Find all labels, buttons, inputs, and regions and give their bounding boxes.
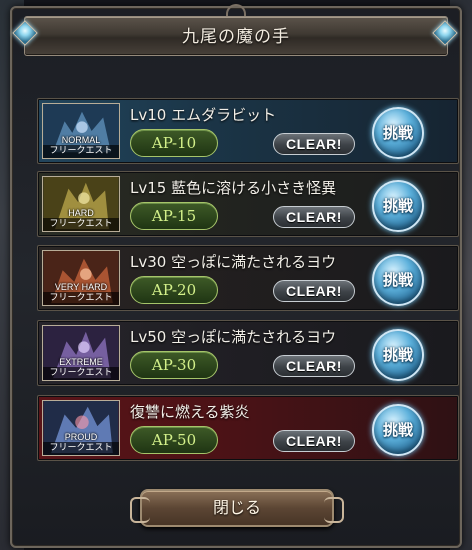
quest-row-proud: PROUD フリークエスト 復讐に燃える紫炎 AP-50 CLEAR! 挑戦 <box>37 395 459 461</box>
ap-cost-badge: AP-10 <box>130 129 218 157</box>
clear-status-text: CLEAR! <box>286 433 342 449</box>
clear-status-badge: CLEAR! <box>273 355 355 377</box>
quest-thumbnail[interactable]: EXTREME フリークエスト <box>42 325 120 381</box>
clear-status-text: CLEAR! <box>286 136 342 152</box>
quest-thumbnail[interactable]: VERY HARD フリークエスト <box>42 250 120 306</box>
challenge-button[interactable]: 挑戦 <box>372 180 424 232</box>
ap-cost-text: AP-50 <box>151 431 197 449</box>
challenge-button-label: 挑戦 <box>382 421 413 439</box>
clear-status-text: CLEAR! <box>286 283 342 299</box>
clear-status-badge: CLEAR! <box>273 133 355 155</box>
challenge-button-label: 挑戦 <box>382 346 413 364</box>
challenge-button[interactable]: 挑戦 <box>372 107 424 159</box>
dialog-title-bar: 九尾の魔の手 <box>24 16 448 56</box>
clear-status-badge: CLEAR! <box>273 280 355 302</box>
quest-type-label: フリークエスト <box>43 145 119 158</box>
difficulty-label: PROUD <box>64 432 98 442</box>
difficulty-label: HARD <box>68 208 94 218</box>
clear-status-badge: CLEAR! <box>273 206 355 228</box>
quest-row-very-hard: VERY HARD フリークエスト Lv30 空っぽに満たされるヨウ AP-20… <box>37 245 459 311</box>
quest-row-hard: HARD フリークエスト Lv15 藍色に溶ける小さき怪異 AP-15 CLEA… <box>37 171 459 237</box>
clear-status-text: CLEAR! <box>286 209 342 225</box>
ap-cost-badge: AP-15 <box>130 202 218 230</box>
difficulty-label: NORMAL <box>61 135 101 145</box>
challenge-button-label: 挑戦 <box>382 197 413 215</box>
quest-type-label: フリークエスト <box>43 367 119 380</box>
quest-type-label: フリークエスト <box>43 442 119 455</box>
quest-row-normal: NORMAL フリークエスト Lv10 エムダラビット AP-10 CLEAR!… <box>37 98 459 164</box>
difficulty-label: VERY HARD <box>54 282 108 292</box>
quest-type-label: フリークエスト <box>43 292 119 305</box>
quest-name: Lv15 藍色に溶ける小さき怪異 <box>130 179 337 197</box>
challenge-button[interactable]: 挑戦 <box>372 329 424 381</box>
quest-name: Lv10 エムダラビット <box>130 106 277 124</box>
ap-cost-badge: AP-20 <box>130 276 218 304</box>
challenge-button-label: 挑戦 <box>382 124 413 142</box>
quest-name: 復讐に燃える紫炎 <box>130 403 250 421</box>
ap-cost-badge: AP-30 <box>130 351 218 379</box>
close-button[interactable]: 閉じる <box>130 489 344 527</box>
clear-status-badge: CLEAR! <box>273 430 355 452</box>
ap-cost-text: AP-15 <box>151 207 197 225</box>
challenge-button-label: 挑戦 <box>382 271 413 289</box>
quest-thumbnail[interactable]: HARD フリークエスト <box>42 176 120 232</box>
quest-thumbnail[interactable]: PROUD フリークエスト <box>42 400 120 456</box>
close-button-label: 閉じる <box>212 498 261 517</box>
difficulty-label: EXTREME <box>59 357 103 367</box>
dialog-title: 九尾の魔の手 <box>182 27 290 47</box>
ap-cost-badge: AP-50 <box>130 426 218 454</box>
ap-cost-text: AP-10 <box>151 134 197 152</box>
ap-cost-text: AP-20 <box>151 281 197 299</box>
quest-row-extreme: EXTREME フリークエスト Lv50 空っぽに満たされるヨウ AP-30 C… <box>37 320 459 386</box>
challenge-button[interactable]: 挑戦 <box>372 404 424 456</box>
challenge-button[interactable]: 挑戦 <box>372 254 424 306</box>
quest-name: Lv50 空っぽに満たされるヨウ <box>130 328 337 346</box>
quest-name: Lv30 空っぽに満たされるヨウ <box>130 253 337 271</box>
quest-type-label: フリークエスト <box>43 218 119 231</box>
clear-status-text: CLEAR! <box>286 358 342 374</box>
quest-thumbnail[interactable]: NORMAL フリークエスト <box>42 103 120 159</box>
ap-cost-text: AP-30 <box>151 356 197 374</box>
